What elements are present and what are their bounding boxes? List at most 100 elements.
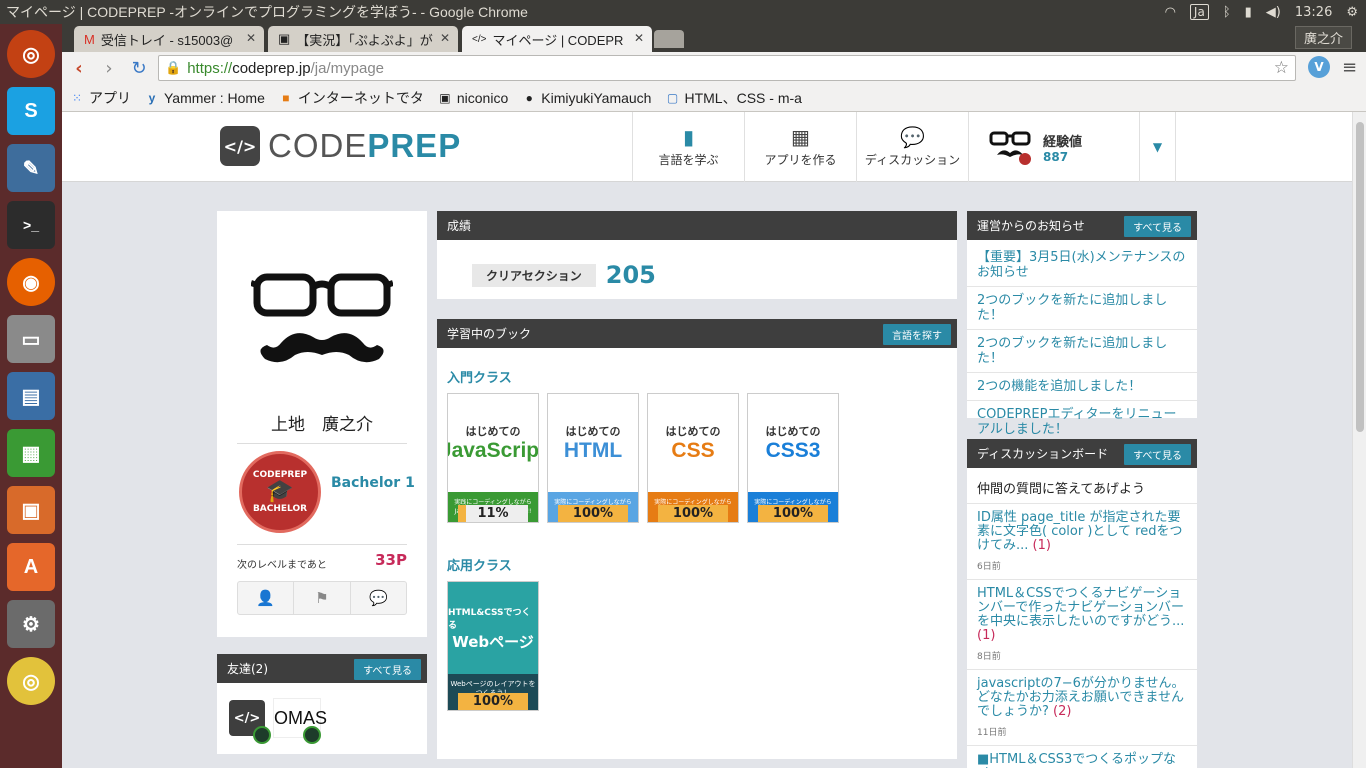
nav-label: ディスカッション bbox=[864, 152, 961, 167]
chrome-menu-icon[interactable]: ≡ bbox=[1342, 57, 1357, 78]
spreadsheet-icon[interactable]: ▦ bbox=[7, 429, 55, 477]
book-card-css3[interactable]: はじめてのCSS3実際にコーディングしながら CSS3の基礎を学べる!!100% bbox=[747, 393, 839, 523]
notice-link[interactable]: CODEPREPエディターをリニューアルしました！ bbox=[967, 401, 1197, 443]
tab-label: 【実況】「ぷよぷよ」が bbox=[296, 32, 433, 48]
tab-video[interactable]: ▣ 【実況】「ぷよぷよ」が ✕ bbox=[268, 26, 458, 52]
scrollbar-thumb[interactable] bbox=[1356, 122, 1364, 432]
back-button[interactable]: ‹ bbox=[64, 58, 94, 79]
book-card-html[interactable]: はじめてのHTML実際にコーディングしながら HTMLの基礎を学べる!!100% bbox=[547, 393, 639, 523]
bookmark-github[interactable]: ● KimiyukiYamauch bbox=[522, 89, 652, 106]
site-icon: ■ bbox=[282, 90, 290, 105]
site-logo[interactable]: </> CODEPREP bbox=[220, 126, 461, 166]
chat-icon[interactable]: 💬 bbox=[351, 582, 406, 614]
skype-icon[interactable]: S bbox=[7, 87, 55, 135]
forward-button[interactable]: › bbox=[94, 58, 124, 79]
find-language-button[interactable]: 言語を探す bbox=[883, 324, 951, 345]
chrome-profile-button[interactable]: 廣之介 bbox=[1294, 26, 1352, 49]
chrome-icon[interactable]: ◎ bbox=[7, 657, 55, 705]
notice-link[interactable]: 2つの機能を追加しました！ bbox=[967, 373, 1197, 401]
friends-card: 友達(2) すべて見る </> OMAS bbox=[217, 654, 427, 754]
book-progress-label: 100% bbox=[672, 506, 714, 521]
nav-learn-language[interactable]: ▮ 言語を学ぶ bbox=[632, 112, 744, 182]
bookmark-html-css[interactable]: ▢ HTML、CSS - m-a bbox=[665, 88, 802, 108]
reload-button[interactable]: ↻ bbox=[124, 58, 154, 79]
notice-link[interactable]: 2つのブックを新たに追加しました！ bbox=[967, 330, 1197, 373]
volume-icon[interactable]: ◀) bbox=[1266, 5, 1281, 20]
close-icon[interactable]: ✕ bbox=[634, 31, 644, 45]
nav-discussion[interactable]: 💬 ディスカッション bbox=[856, 112, 968, 182]
bookmark-internet[interactable]: ■ インターネットでタ bbox=[279, 88, 424, 108]
presentation-icon[interactable]: ▣ bbox=[7, 486, 55, 534]
notices-title: 運営からのお知らせ bbox=[977, 219, 1085, 233]
extension-icon[interactable]: V bbox=[1308, 56, 1330, 78]
user-menu[interactable]: 経験値 887 bbox=[968, 112, 1140, 182]
book-progress-label: 100% bbox=[472, 694, 514, 709]
flag-icon[interactable]: ⚑ bbox=[294, 582, 351, 614]
system-settings-icon[interactable]: ⚙ bbox=[7, 600, 55, 648]
close-icon[interactable]: ✕ bbox=[246, 31, 256, 45]
see-all-notices-button[interactable]: すべて見る bbox=[1124, 216, 1191, 237]
gear-icon[interactable]: ⚙ bbox=[1346, 5, 1358, 20]
url-host: codeprep.jp bbox=[232, 59, 311, 77]
discussion-item[interactable]: ID属性 page_title が指定された要素に文字色( color )として… bbox=[967, 504, 1197, 580]
discussion-item-title[interactable]: javascriptの7−6が分かりません。どなたかお力添えお願いできませんでし… bbox=[977, 676, 1185, 719]
bookmark-label: KimiyukiYamauch bbox=[541, 89, 652, 106]
discussion-item-title[interactable]: HTML＆CSSでつくるナビゲーションバーで作ったナビゲーションバーを中央に表示… bbox=[977, 586, 1184, 629]
discussion-item-title[interactable]: ■HTML＆CSS3でつくるポップなメ bbox=[977, 752, 1176, 768]
book-sub: HTML&CSSでつくる bbox=[448, 607, 531, 631]
software-center-icon[interactable]: A bbox=[7, 543, 55, 591]
chevron-down-icon[interactable]: ▼ bbox=[1140, 112, 1176, 182]
book-card-webpage[interactable]: HTML&CSSでつくる Webページ Webページのレイアウトを つくろう！ … bbox=[447, 581, 539, 711]
wifi-icon[interactable]: ◠ bbox=[1165, 5, 1176, 20]
discussion-item[interactable]: ■HTML＆CSS3でつくるポップなメ bbox=[967, 746, 1197, 768]
book-card-css[interactable]: はじめてのCSS実際にコーディングしながら CSSの基礎を学べる!!100% bbox=[647, 393, 739, 523]
tab-gmail[interactable]: M 受信トレイ - s15003@ ✕ bbox=[74, 26, 264, 52]
book-title: Webページ bbox=[452, 632, 534, 651]
bookmark-label: HTML、CSS - m-a bbox=[684, 89, 802, 106]
text-editor-icon[interactable]: ✎ bbox=[7, 144, 55, 192]
bookmark-niconico[interactable]: ▣ niconico bbox=[438, 90, 508, 106]
see-all-discussion-button[interactable]: すべて見る bbox=[1124, 444, 1191, 465]
books-card: 学習中のブック 言語を探す 入門クラス はじめてのJavaScript実践にコー… bbox=[437, 319, 957, 759]
book-progress-fill bbox=[458, 505, 466, 522]
page-scrollbar[interactable] bbox=[1352, 112, 1366, 768]
battery-icon[interactable]: ▮ bbox=[1245, 5, 1252, 20]
discussion-item-title[interactable]: ID属性 page_title が指定された要素に文字色( color )として… bbox=[977, 510, 1182, 553]
bachelor-badge: CODEPREP 🎓 BACHELOR bbox=[239, 451, 321, 533]
ubuntu-logo-icon[interactable]: ◎ bbox=[7, 30, 55, 78]
book-title: CSS bbox=[671, 439, 715, 462]
results-header: 成績 bbox=[437, 211, 957, 240]
new-tab-button[interactable] bbox=[654, 30, 684, 48]
books-header: 学習中のブック 言語を探す bbox=[437, 319, 957, 348]
exp-value: 887 bbox=[1043, 149, 1069, 164]
clock[interactable]: 13:26 bbox=[1295, 5, 1332, 20]
discussion-item[interactable]: javascriptの7−6が分かりません。どなたかお力添えお願いできませんでし… bbox=[967, 670, 1197, 746]
keyboard-indicator[interactable]: Ja bbox=[1189, 4, 1209, 20]
tab-strip: M 受信トレイ - s15003@ ✕ ▣ 【実況】「ぷよぷよ」が ✕ </> … bbox=[62, 24, 1366, 52]
discussion-item[interactable]: HTML＆CSSでつくるナビゲーションバーで作ったナビゲーションバーを中央に表示… bbox=[967, 580, 1197, 670]
nav-build-app[interactable]: ▦ アプリを作る bbox=[744, 112, 856, 182]
book-progress: 100% bbox=[558, 505, 628, 522]
bluetooth-icon[interactable]: ᛒ bbox=[1223, 5, 1231, 20]
person-icon[interactable]: 👤 bbox=[238, 582, 295, 614]
address-bar[interactable]: 🔒 https:// codeprep.jp /ja/mypage ☆ bbox=[158, 55, 1296, 81]
notice-link[interactable]: 【重要】3月5日(水)メンテナンスのお知らせ bbox=[967, 244, 1197, 287]
firefox-icon[interactable]: ◉ bbox=[7, 258, 55, 306]
terminal-icon[interactable]: >_ bbox=[7, 201, 55, 249]
notice-link[interactable]: 2つのブックを新たに追加しました！ bbox=[967, 287, 1197, 330]
see-all-friends-button[interactable]: すべて見る bbox=[354, 659, 421, 680]
bookmark-apps[interactable]: ⁙ アプリ bbox=[70, 88, 131, 108]
writer-icon[interactable]: ▤ bbox=[7, 372, 55, 420]
book-sub: はじめての bbox=[465, 425, 521, 438]
discussion-item-count: (2) bbox=[1053, 704, 1072, 719]
book-card-javascript[interactable]: はじめてのJavaScript実践にコーディングしながら JavaScriptの… bbox=[447, 393, 539, 523]
book-progress: 100% bbox=[658, 505, 728, 522]
close-icon[interactable]: ✕ bbox=[440, 31, 450, 45]
books-title: 学習中のブック bbox=[447, 327, 532, 341]
file-manager-icon[interactable]: ▭ bbox=[7, 315, 55, 363]
bookmark-yammer[interactable]: y Yammer : Home bbox=[145, 90, 265, 106]
friend-avatar-text: OMAS bbox=[274, 707, 328, 728]
github-icon: ● bbox=[525, 90, 533, 105]
tab-mypage[interactable]: </> マイページ | CODEPR ✕ bbox=[462, 26, 652, 52]
bookmark-star-icon[interactable]: ☆ bbox=[1274, 58, 1289, 78]
